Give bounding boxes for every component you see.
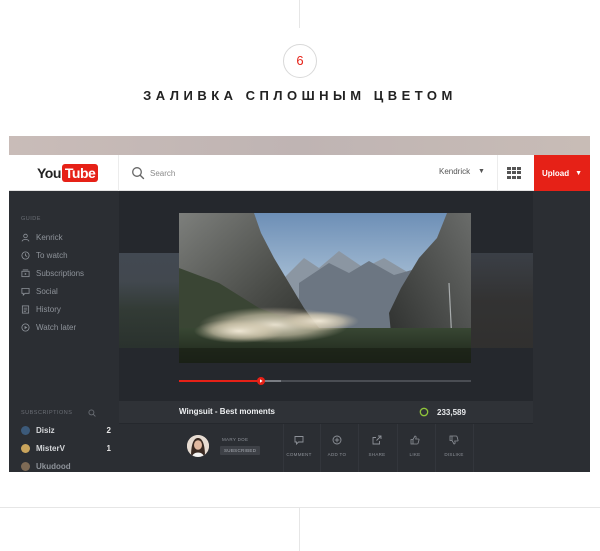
sidebar-item-label: Subscriptions — [36, 268, 85, 278]
user-menu[interactable]: Kendrick — [439, 167, 470, 176]
avatar — [21, 443, 30, 453]
thumbs-up-icon — [410, 435, 420, 445]
previous-video-thumbnail[interactable] — [119, 253, 179, 348]
sidebar-item-subscriptions[interactable]: Subscriptions — [21, 267, 84, 279]
user-icon — [21, 233, 30, 242]
chevron-down-icon[interactable]: ▼ — [478, 168, 485, 175]
top-divider-line — [299, 0, 300, 28]
search-input[interactable] — [150, 166, 400, 180]
logo-tube-text: Tube — [61, 164, 99, 182]
youtube-logo[interactable]: You Tube — [37, 164, 99, 182]
avatar — [21, 425, 30, 435]
action-divider — [473, 424, 474, 472]
section-separator — [0, 507, 600, 508]
sidebar-item-history[interactable]: History — [21, 303, 61, 315]
subscription-name: MisterV — [36, 443, 65, 453]
avatar — [21, 461, 30, 471]
views-ring-icon — [419, 407, 429, 417]
comment-icon — [294, 436, 304, 445]
next-video-thumbnail[interactable] — [471, 253, 533, 348]
guide-section-label: GUIDE — [21, 216, 41, 222]
video-info-bar: Wingsuit - Best moments 233,589 — [119, 401, 533, 423]
sidebar-item-label: Watch later — [36, 322, 77, 332]
search-icon[interactable] — [131, 166, 145, 180]
right-panel — [533, 191, 590, 472]
clock-icon — [21, 250, 30, 260]
search-icon[interactable] — [88, 409, 96, 417]
video-frame-landscape — [179, 213, 471, 363]
add-icon — [332, 435, 342, 445]
video-title: Wingsuit - Best moments — [179, 407, 275, 416]
upload-button[interactable]: Upload ▼ — [534, 155, 590, 191]
video-action-bar: MARY DOE SUBSCRIBED COMMENT ADD TO SHARE… — [119, 424, 533, 472]
sidebar-item-label: To watch — [36, 250, 68, 260]
thumbs-down-icon — [449, 435, 459, 445]
logo-you-text: You — [37, 165, 61, 181]
action-divider — [397, 424, 398, 472]
caret-down-icon: ▼ — [575, 169, 583, 177]
action-divider — [435, 424, 436, 472]
header-divider — [118, 155, 119, 191]
bottom-divider-line — [299, 507, 300, 551]
section-heading: ЗАЛИВКА СПЛОШНЫМ ЦВЕТОМ — [143, 88, 457, 103]
upload-label: Upload — [541, 168, 570, 178]
app-header: You Tube Kendrick ▼ Upload ▼ — [9, 155, 590, 191]
sidebar-item-label: History — [36, 304, 61, 314]
sidebar-item-label: Social — [36, 286, 58, 296]
share-icon — [372, 435, 382, 445]
subscription-count-badge: 2 — [106, 425, 111, 435]
action-label: SHARE — [368, 452, 386, 457]
subscription-name: Ukudood — [36, 461, 71, 471]
views-count: 233,589 — [437, 408, 466, 417]
step-number-badge: 6 — [283, 44, 317, 78]
subscribed-button[interactable]: SUBSCRIBED — [220, 446, 261, 455]
dislike-button[interactable]: DISLIKE — [438, 424, 470, 472]
comment-button[interactable]: COMMENT — [283, 424, 315, 472]
person-portrait-icon — [187, 435, 209, 457]
play-circle-icon — [21, 322, 30, 332]
share-button[interactable]: SHARE — [361, 424, 393, 472]
action-label: ADD TO — [327, 452, 347, 457]
apps-grid-icon[interactable] — [507, 167, 521, 179]
sidebar-item-kenrick[interactable]: Kenrick — [21, 231, 63, 243]
action-label: LIKE — [409, 452, 421, 457]
subscriptions-icon — [21, 268, 30, 277]
action-divider — [358, 424, 359, 472]
channel-avatar[interactable] — [187, 435, 209, 457]
header-divider-right — [497, 155, 498, 191]
play-icon — [259, 379, 263, 383]
subscription-item-ukudood[interactable]: Ukudood — [21, 460, 111, 472]
channel-name: MARY DOE — [222, 437, 249, 442]
browser-backdrop — [9, 136, 590, 155]
subscription-name: Disiz — [36, 425, 55, 435]
sidebar-item-label: Kenrick — [36, 232, 63, 242]
youtube-mockup: You Tube Kendrick ▼ Upload ▼ GUIDE — [9, 136, 590, 472]
history-icon — [21, 304, 30, 314]
video-progress-bar[interactable] — [179, 377, 471, 385]
subscription-item-disiz[interactable]: Disiz 2 — [21, 424, 111, 436]
like-button[interactable]: LIKE — [399, 424, 431, 472]
progress-played — [179, 380, 261, 382]
social-icon — [21, 287, 30, 296]
add-to-button[interactable]: ADD TO — [321, 424, 353, 472]
sidebar-item-watch-later[interactable]: Watch later — [21, 321, 76, 333]
subscriptions-section-label: SUBSCRIPTIONS — [21, 410, 73, 416]
subscription-count-badge: 1 — [106, 443, 111, 453]
sidebar-item-to-watch[interactable]: To watch — [21, 249, 68, 261]
action-label: COMMENT — [286, 452, 312, 457]
progress-scrubber-handle[interactable] — [256, 377, 265, 385]
action-label: DISLIKE — [444, 452, 464, 457]
video-player[interactable] — [179, 213, 471, 363]
guide-sidebar: GUIDE Kenrick To watch Subscriptions Soc… — [9, 191, 119, 472]
subscription-item-misterv[interactable]: MisterV 1 — [21, 442, 111, 454]
sidebar-item-social[interactable]: Social — [21, 285, 58, 297]
presentation-page: 6 ЗАЛИВКА СПЛОШНЫМ ЦВЕТОМ You Tube Kendr… — [0, 0, 600, 551]
